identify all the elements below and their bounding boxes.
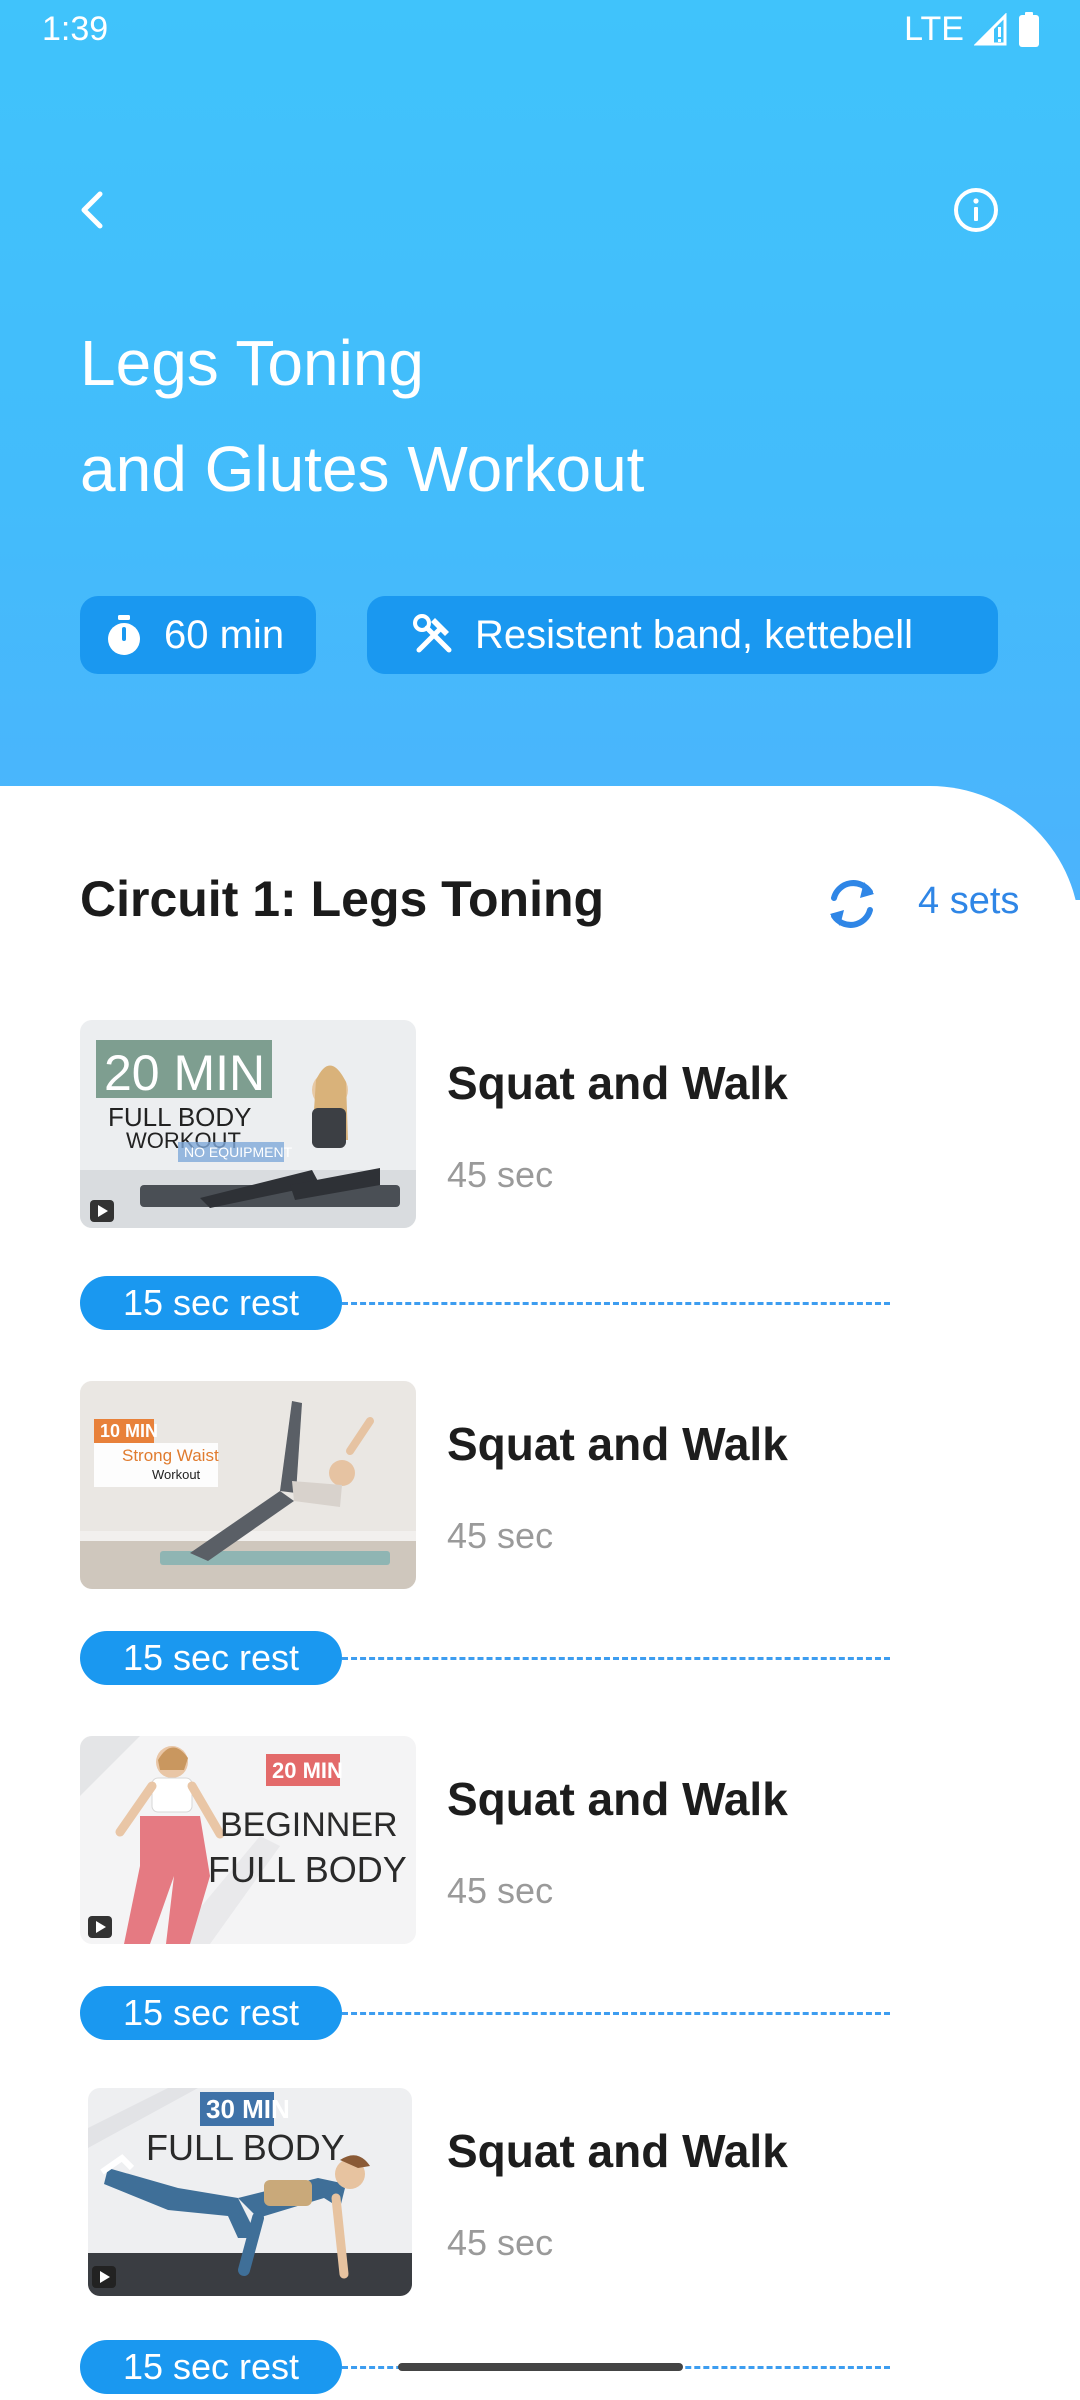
exercise-item[interactable]: 10 MIN Strong Waist Workout Squat and Wa… <box>0 1381 1080 1591</box>
exercise-name: Squat and Walk <box>447 1773 788 1825</box>
rest-badge: 15 sec rest <box>80 1631 342 1685</box>
exercise-item[interactable]: 20 MIN FULL BODY WORKOUT NO EQUIPMENT Sq… <box>0 1020 1080 1230</box>
duration-label: 60 min <box>164 612 285 657</box>
exercise-name: Squat and Walk <box>447 1057 788 1109</box>
home-indicator[interactable] <box>398 2363 683 2371</box>
battery-icon <box>1019 11 1039 47</box>
thumb-subtitle: BEGINNER <box>220 1806 398 1844</box>
back-button[interactable] <box>64 180 124 240</box>
status-time: 1:39 <box>42 10 109 48</box>
exercise-duration: 45 sec <box>447 1154 554 1195</box>
rest-divider <box>342 1302 890 1305</box>
exercise-thumbnail[interactable]: 20 MIN BEGINNER FULL BODY <box>80 1736 416 1944</box>
exercise-name: Squat and Walk <box>447 2125 788 2177</box>
repeat-icon <box>830 880 874 928</box>
rest-badge: 15 sec rest <box>80 1276 342 1330</box>
rest-row: 15 sec rest <box>80 1276 890 1330</box>
rest-badge: 15 sec rest <box>80 2340 342 2394</box>
thumb-subtitle: FULL BODY <box>146 2127 345 2168</box>
info-icon <box>954 188 998 232</box>
network-type: LTE <box>904 10 964 48</box>
rest-badge: 15 sec rest <box>80 1986 342 2040</box>
rest-row: 15 sec rest <box>80 1631 890 1685</box>
exercise-item[interactable]: 20 MIN BEGINNER FULL BODY Squat and Walk… <box>0 1736 1080 1946</box>
thumb-title: 30 MIN <box>206 2094 290 2124</box>
exercise-thumbnail[interactable]: 20 MIN FULL BODY WORKOUT NO EQUIPMENT <box>80 1020 416 1228</box>
workout-title-line2: and Glutes Workout <box>80 433 645 505</box>
status-icons: LTE <box>904 10 1040 49</box>
signal-icon <box>974 12 1007 45</box>
thumb-note: NO EQUIPMENT <box>184 1144 293 1160</box>
circuit-title: Circuit 1: Legs Toning <box>80 871 605 927</box>
exercise-duration: 45 sec <box>447 1870 554 1911</box>
exercise-thumbnail[interactable]: 30 MIN FULL BODY <box>88 2088 412 2296</box>
thumb-subtitle-2: FULL BODY <box>208 1849 407 1890</box>
exercise-duration: 45 sec <box>447 1515 554 1556</box>
status-bar: 1:39 LTE <box>0 0 1080 60</box>
rest-divider <box>342 2012 890 2015</box>
workout-title: Legs Toning and Glutes Workout <box>80 310 980 522</box>
info-button[interactable] <box>946 180 1006 240</box>
sets-label: 4 sets <box>918 880 1020 922</box>
tools-icon <box>413 614 452 653</box>
duration-chip: 60 min <box>80 596 316 674</box>
workout-title-line1: Legs Toning <box>80 327 424 399</box>
exercise-thumbnail[interactable]: 10 MIN Strong Waist Workout <box>80 1381 416 1589</box>
equipment-label: Resistent band, kettebell <box>475 612 914 657</box>
back-arrow-icon <box>81 191 103 229</box>
equipment-chip: Resistent band, kettebell <box>367 596 998 674</box>
thumb-title: 10 MIN <box>100 1421 158 1441</box>
exercise-item[interactable]: 30 MIN FULL BODY Squat and Walk 45 sec <box>0 2088 1080 2298</box>
thumb-subtitle-2: Workout <box>152 1467 201 1482</box>
rest-divider <box>342 1657 890 1660</box>
exercise-name: Squat and Walk <box>447 1418 788 1470</box>
thumb-title: 20 MIN <box>272 1758 343 1783</box>
rest-row: 15 sec rest <box>80 1986 890 2040</box>
thumb-subtitle: Strong Waist <box>122 1446 219 1465</box>
timer-icon <box>108 615 140 655</box>
exercise-duration: 45 sec <box>447 2222 554 2263</box>
thumb-title: 20 MIN <box>104 1045 265 1101</box>
sets-button[interactable] <box>816 868 888 940</box>
